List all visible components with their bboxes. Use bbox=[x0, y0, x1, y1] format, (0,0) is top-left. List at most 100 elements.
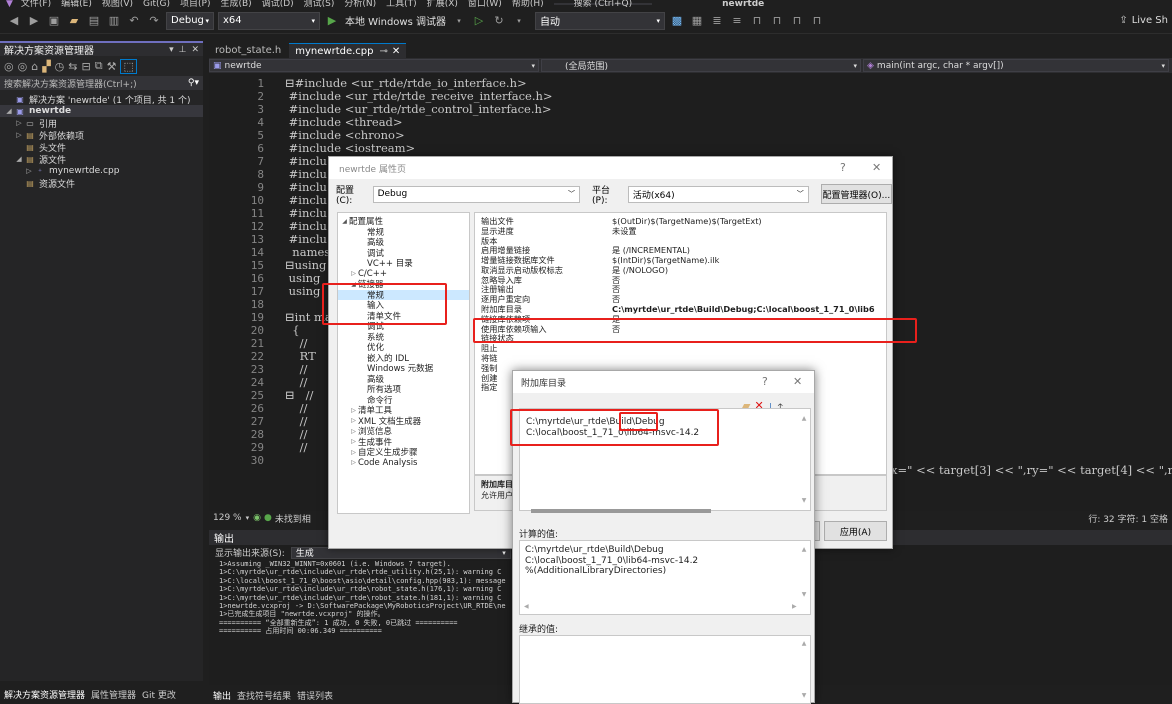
intellisense-icon[interactable]: ◉ bbox=[253, 513, 261, 523]
pin-icon[interactable]: ⊸ bbox=[379, 46, 387, 57]
property-tree-item[interactable]: ◢ 配置属性 bbox=[338, 216, 469, 227]
tab-property-manager[interactable]: 属性管理器 bbox=[91, 688, 136, 701]
tab-error-list[interactable]: 错误列表 bbox=[297, 689, 333, 702]
redo-icon[interactable]: ↷ bbox=[146, 13, 162, 29]
scroll-up-icon[interactable]: ▲ bbox=[800, 640, 808, 647]
open-icon[interactable]: ▰ bbox=[66, 13, 82, 29]
platform-select[interactable]: x64 ▾ bbox=[218, 11, 320, 30]
diagnostics-icon[interactable]: ▩ bbox=[669, 13, 685, 29]
property-tree-item[interactable]: 高级 bbox=[338, 237, 469, 248]
solution-tree-item[interactable]: ▣ 解决方案 'newrtde' (1 个项目, 共 1 个) bbox=[0, 93, 203, 106]
scroll-down-icon[interactable]: ▼ bbox=[800, 590, 808, 601]
menu-item[interactable]: 文件(F) bbox=[21, 0, 51, 8]
tab-output[interactable]: 输出 bbox=[213, 689, 231, 702]
scroll-right-icon[interactable]: ▶ bbox=[792, 602, 797, 613]
solution-tree-item[interactable]: ▷ ⁺ mynewrtde.cpp bbox=[0, 165, 203, 177]
menu-item[interactable]: 调试(D) bbox=[262, 0, 294, 8]
search-icon[interactable]: ⚲▾ bbox=[188, 78, 199, 88]
home-icon[interactable]: ⌂ bbox=[31, 60, 38, 73]
expand-toggle-icon[interactable]: ▷ bbox=[349, 417, 358, 424]
refresh-icon[interactable]: ↻ bbox=[491, 13, 507, 29]
bookmark-prev-icon[interactable]: ⊓ bbox=[769, 13, 785, 29]
bookmark-next-icon[interactable]: ⊓ bbox=[789, 13, 805, 29]
zoom-level[interactable]: 129 % bbox=[213, 513, 242, 523]
back-icon[interactable]: ◎ bbox=[4, 60, 14, 73]
apply-button[interactable]: 应用(A) bbox=[824, 521, 887, 541]
help-icon[interactable]: ? bbox=[762, 375, 768, 388]
expand-toggle-icon[interactable]: ▷ bbox=[14, 119, 24, 127]
project-nav-select[interactable]: ▣ newrtde ▾ bbox=[209, 59, 539, 72]
switch-view-icon[interactable]: ▞ bbox=[42, 60, 50, 73]
scroll-up-icon[interactable]: ▲ bbox=[800, 545, 808, 556]
preview-icon[interactable]: ⬚ bbox=[120, 58, 137, 74]
platform-combo[interactable]: 活动(x64) ﹀ bbox=[627, 185, 809, 203]
forward-icon[interactable]: ◎ bbox=[18, 60, 28, 73]
run-dropdown-icon[interactable]: ▾ bbox=[451, 13, 467, 29]
bookmark-icon[interactable]: ⊓ bbox=[749, 13, 765, 29]
expand-toggle-icon[interactable]: ▷ bbox=[349, 407, 358, 414]
property-tree-item[interactable]: Windows 元数据 bbox=[338, 363, 469, 374]
start-debug-icon[interactable]: ▶ bbox=[324, 13, 340, 29]
property-value[interactable]: 未设置 bbox=[612, 225, 886, 237]
tab-find-symbol-results[interactable]: 查找符号结果 bbox=[237, 689, 291, 702]
help-icon[interactable]: ? bbox=[840, 161, 846, 174]
tab-git-changes[interactable]: Git 更改 bbox=[142, 688, 176, 701]
bookmark-clear-icon[interactable]: ⊓ bbox=[809, 13, 825, 29]
start-without-debug-icon[interactable]: ▷ bbox=[471, 13, 487, 29]
solution-tree-item[interactable]: ▤ 头文件 bbox=[0, 141, 203, 154]
config-combo[interactable]: Debug ﹀ bbox=[372, 185, 581, 203]
config-manager-button[interactable]: 配置管理器(O)... bbox=[820, 184, 892, 204]
expand-toggle-icon[interactable]: ▷ bbox=[349, 438, 358, 445]
pin-icon[interactable]: ⊥ bbox=[179, 45, 187, 55]
scope-nav-select[interactable]: (全局范围) ▾ bbox=[541, 59, 861, 72]
menu-item[interactable]: Git(G) bbox=[143, 0, 170, 8]
close-icon[interactable]: ✕ bbox=[191, 45, 199, 55]
expand-toggle-icon[interactable]: ◢ bbox=[4, 107, 14, 115]
new-project-icon[interactable]: ▣ bbox=[46, 13, 62, 29]
menu-item[interactable]: 工具(T) bbox=[386, 0, 417, 8]
solution-tree-item[interactable]: ▤ 资源文件 bbox=[0, 177, 203, 190]
run-button-label[interactable]: 本地 Windows 调试器 bbox=[345, 13, 446, 28]
tab-solution-explorer[interactable]: 解决方案资源管理器 bbox=[4, 688, 85, 701]
solution-tree-item[interactable]: ◢ ▣ newrtde bbox=[0, 105, 203, 117]
menu-item[interactable]: 编辑(E) bbox=[61, 0, 92, 8]
solution-tree-item[interactable]: ◢ ▤ 源文件 bbox=[0, 153, 203, 166]
scroll-up-icon[interactable]: ▲ bbox=[800, 413, 808, 424]
expand-toggle-icon[interactable]: ◢ bbox=[14, 155, 24, 163]
property-tree-item[interactable]: ▷ Code Analysis bbox=[338, 458, 469, 469]
menu-item[interactable]: 测试(S) bbox=[304, 0, 335, 8]
properties-icon[interactable]: ⚒ bbox=[107, 60, 117, 73]
undo-icon[interactable]: ↶ bbox=[126, 13, 142, 29]
solution-tree-item[interactable]: ▷ ▭ 引用 bbox=[0, 117, 203, 130]
scroll-down-icon[interactable]: ▼ bbox=[800, 692, 808, 699]
menu-item[interactable]: 分析(N) bbox=[344, 0, 376, 8]
scroll-left-icon[interactable]: ◀ bbox=[524, 602, 529, 613]
layout-icon[interactable]: ▦ bbox=[689, 13, 705, 29]
menu-item[interactable]: newrtde bbox=[722, 0, 764, 8]
sync-icon[interactable]: ⇆ bbox=[68, 60, 77, 73]
tab-mynewrtde[interactable]: mynewrtde.cpp ⊸ ✕ bbox=[289, 43, 407, 58]
zoom-dropdown-icon[interactable]: ▾ bbox=[246, 514, 250, 522]
dropdown-icon[interactable]: ▾ bbox=[511, 13, 527, 29]
expand-toggle-icon[interactable]: ◢ bbox=[340, 218, 349, 225]
expand-toggle-icon[interactable]: ▷ bbox=[349, 449, 358, 456]
live-share-button[interactable]: ⇪ Live Sh bbox=[1119, 15, 1168, 26]
expand-toggle-icon[interactable]: ▷ bbox=[349, 270, 358, 277]
config-select[interactable]: Debug ▾ bbox=[166, 11, 214, 30]
function-nav-select[interactable]: ◈ main(int argc, char * argv[]) ▾ bbox=[863, 59, 1169, 72]
scroll-down-icon[interactable]: ▼ bbox=[800, 495, 808, 506]
close-icon[interactable]: ✕ bbox=[793, 375, 802, 388]
expand-toggle-icon[interactable]: ▷ bbox=[349, 428, 358, 435]
comment-icon[interactable]: ≡ bbox=[729, 13, 745, 29]
collapse-all-icon[interactable]: ⊟ bbox=[82, 60, 91, 73]
menu-item[interactable]: 视图(V) bbox=[102, 0, 133, 8]
close-icon[interactable]: ✕ bbox=[872, 161, 881, 174]
menu-item[interactable]: 扩展(X) bbox=[427, 0, 458, 8]
menu-item[interactable]: 搜索 (Ctrl+Q) bbox=[553, 0, 653, 8]
expand-toggle-icon[interactable]: ▷ bbox=[14, 131, 24, 139]
auto-select[interactable]: 自动 ▾ bbox=[535, 11, 665, 30]
tab-robot-state[interactable]: robot_state.h bbox=[209, 43, 287, 58]
solution-search-input[interactable]: 搜索解决方案资源管理器(Ctrl+;) ⚲▾ bbox=[0, 76, 203, 90]
property-tree-item[interactable]: 所有选项 bbox=[338, 384, 469, 395]
menu-item[interactable]: 帮助(H) bbox=[512, 0, 544, 8]
